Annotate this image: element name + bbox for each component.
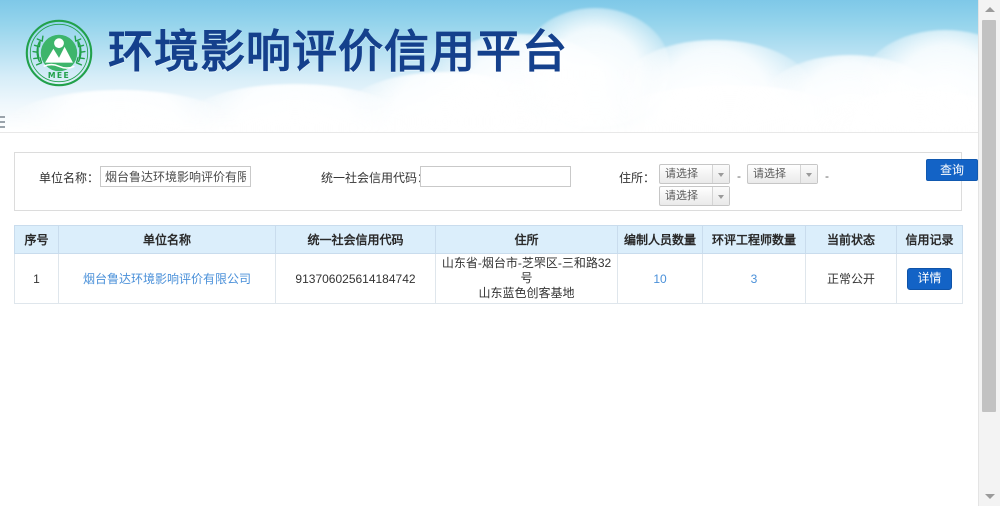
cell-status: 正常公开 [806,254,897,304]
col-company: 单位名称 [59,226,276,254]
table-header-row: 序号 单位名称 统一社会信用代码 住所 编制人员数量 环评工程师数量 当前状态 … [15,226,963,254]
credit-code-label: 统一社会信用代码： [321,170,429,186]
cell-index: 1 [15,254,59,304]
company-detail-link[interactable]: 烟台鲁达环境影响评价有限公司 [83,272,251,286]
chevron-down-icon [712,165,729,183]
cell-address: 山东省-烟台市-芝罘区-三和路32号 山东蓝色创客基地 [436,254,618,304]
vertical-scrollbar-thumb[interactable] [982,20,996,412]
credit-code-input[interactable] [420,166,571,187]
district-select-value: 请选择 [665,189,698,203]
col-credit-record: 信用记录 [897,226,963,254]
col-address: 住所 [436,226,618,254]
engineer-count-link[interactable]: 3 [751,272,758,286]
city-select-value: 请选择 [753,167,786,181]
company-name-input[interactable] [100,166,251,187]
page-content: 单位名称： 统一社会信用代码： 住所： 请选择 - 请选择 - 请选择 [0,132,978,506]
detail-button[interactable]: 详情 [907,268,951,290]
address-label: 住所： [619,170,655,186]
scroll-up-arrow-icon[interactable] [985,7,995,12]
site-banner: MEE 环境影响评价信用平台 [0,0,978,132]
cell-staff-count: 10 [618,254,703,304]
cell-engineer-count: 3 [703,254,806,304]
page-viewport: MEE 环境影响评价信用平台 单位名称： 统一社会信用代码： 住所： 请选择 - [0,0,978,506]
svg-text:MEE: MEE [48,71,70,80]
col-credit-code: 统一社会信用代码 [276,226,436,254]
address-separator-2: - [825,169,829,183]
query-button[interactable]: 查询 [926,159,978,181]
province-select-value: 请选择 [665,167,698,181]
cell-credit-record: 详情 [897,254,963,304]
col-engineer-count: 环评工程师数量 [703,226,806,254]
chevron-down-icon [712,187,729,205]
cell-company: 烟台鲁达环境影响评价有限公司 [59,254,276,304]
address-line-2: 山东蓝色创客基地 [440,286,613,301]
staff-count-link[interactable]: 10 [653,272,666,286]
col-status: 当前状态 [806,226,897,254]
chevron-down-icon [800,165,817,183]
province-select[interactable]: 请选择 [659,164,730,184]
address-separator-1: - [737,169,741,183]
vertical-scrollbar[interactable] [978,0,1000,506]
nav-menu-stub[interactable] [0,116,6,130]
search-form: 单位名称： 统一社会信用代码： 住所： 请选择 - 请选择 - 请选择 [14,152,962,211]
page-title: 环境影响评价信用平台 [108,22,568,82]
table-row: 1 烟台鲁达环境影响评价有限公司 913706025614184742 山东省-… [15,254,963,304]
city-select[interactable]: 请选择 [747,164,818,184]
results-table: 序号 单位名称 统一社会信用代码 住所 编制人员数量 环评工程师数量 当前状态 … [14,225,963,304]
col-index: 序号 [15,226,59,254]
company-name-label: 单位名称： [39,170,99,186]
browser-page: MEE 环境影响评价信用平台 单位名称： 统一社会信用代码： 住所： 请选择 - [0,0,1000,506]
district-select[interactable]: 请选择 [659,186,730,206]
results-table-wrapper: 序号 单位名称 统一社会信用代码 住所 编制人员数量 环评工程师数量 当前状态 … [14,225,962,304]
address-line-1: 山东省-烟台市-芝罘区-三和路32号 [440,256,613,286]
col-staff-count: 编制人员数量 [618,226,703,254]
scroll-down-arrow-icon[interactable] [985,494,995,499]
mee-emblem-icon: MEE [24,18,94,88]
cell-credit-code: 913706025614184742 [276,254,436,304]
